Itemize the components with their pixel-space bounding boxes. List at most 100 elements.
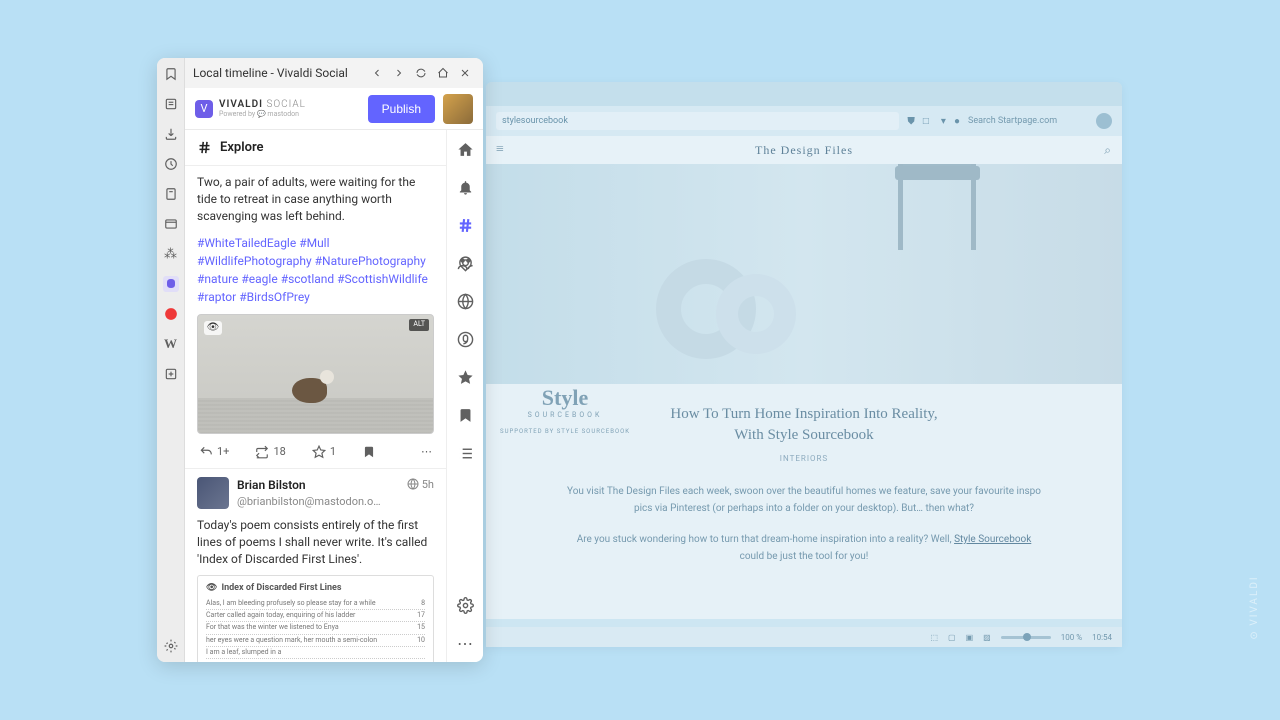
document-line: I am a leaf, slumped in a [206,647,425,659]
hashtag-link[interactable]: #BirdsOfPrey [239,290,310,304]
more-button[interactable]: ⋯ [421,444,432,459]
boost-button[interactable]: 18 [255,444,285,459]
capture-icon[interactable]: ⬚ [930,633,938,642]
post-image[interactable]: 👁 ALT [197,314,434,434]
style-sourcebook-logo: Style SOURCEBOOK SUPPORTED BY STYLE SOUR… [500,385,630,436]
bookmarks-icon[interactable] [163,66,179,82]
user-avatar[interactable] [443,94,473,124]
clock-time: 10:54 [1092,633,1112,642]
bg-article-category: INTERIORS [566,454,1042,463]
mastodon-header: V VIVALDI SOCIAL Powered by 💬 mastodon P… [185,88,483,130]
preferences-nav-icon[interactable] [456,596,474,614]
vivaldi-social-logo-icon[interactable]: V [195,100,213,118]
window-icon[interactable] [163,216,179,232]
downloads-icon[interactable] [163,126,179,142]
vivaldi-icon[interactable] [163,306,179,322]
translate-icon[interactable]: ⁂ [163,246,179,262]
explore-nav-icon[interactable] [456,216,474,234]
lists-nav-icon[interactable] [456,444,474,462]
feed-column: Explore Two, a pair of adults, were wait… [185,130,447,662]
nav-forward-button[interactable] [389,63,409,83]
panel-titlebar: Local timeline - Vivaldi Social [185,58,483,88]
hashtag-link[interactable]: #eagle [241,272,277,286]
explore-header[interactable]: Explore [185,130,446,166]
post-actions: 1+ 18 1 ⋯ [197,444,434,459]
bg-profile-avatar[interactable] [1096,113,1112,129]
bg-article-title: How To Turn Home Inspiration Into Realit… [566,404,1042,446]
alt-badge: ALT [409,319,429,331]
hashtag-link[interactable]: #nature [197,272,238,286]
more-nav-icon[interactable]: ⋯ [456,634,474,652]
reload-button[interactable] [411,63,431,83]
publish-button[interactable]: Publish [368,95,435,123]
hashtag-link[interactable]: #WhiteTailedEagle [197,236,296,250]
tile-icon[interactable]: ▢ [948,633,956,642]
post-timestamp: 5h [407,477,434,492]
bg-status-bar: ⬚ ▢ ▣ ▨ 100 % 10:54 [486,627,1122,647]
federated-nav-icon[interactable] [456,292,474,310]
home-button[interactable] [433,63,453,83]
image-icon[interactable]: ▣ [966,633,974,642]
vivaldi-social-brand: VIVALDI SOCIAL [219,99,306,110]
home-nav-icon[interactable] [456,140,474,158]
bookmarks-nav-icon[interactable] [456,406,474,424]
bookmark-icon[interactable]: □ [923,116,929,127]
hashtag-link[interactable]: #WildlifePhotography [197,254,312,268]
panel-title: Local timeline - Vivaldi Social [193,66,365,80]
post-text: Two, a pair of adults, were waiting for … [197,174,434,224]
hashtag-link[interactable]: #Mull [299,236,329,250]
settings-icon[interactable] [163,638,179,654]
sensitive-toggle-icon[interactable]: 👁 [206,582,217,595]
notifications-nav-icon[interactable] [456,178,474,196]
filter-icon[interactable]: ▨ [983,633,991,642]
sensitive-toggle-icon[interactable]: 👁 [204,321,222,335]
mastodon-nav-column: ⋯ [447,130,483,662]
document-line: Alas, I am bleeding profusely so please … [206,598,425,610]
bg-hero-image [486,164,1122,384]
vivaldi-panel-sidebar: ⁂ W [157,58,185,662]
post-image-document[interactable]: 👁Index of Discarded First Lines Alas, I … [197,575,434,662]
bookmark-button[interactable] [362,445,376,459]
mastodon-panel-icon[interactable] [163,276,179,292]
vivaldi-watermark: ⊙VIVALDI [1249,575,1260,640]
hashtag-link[interactable]: #ScottishWildlife [337,272,428,286]
favourite-button[interactable]: 1 [312,444,336,459]
reading-list-icon[interactable] [163,96,179,112]
bg-article-paragraph: You visit The Design Files each week, sw… [566,483,1042,517]
bg-site-title[interactable]: The Design Files [755,143,853,158]
favourites-nav-icon[interactable] [456,368,474,386]
bg-article-paragraph: Are you stuck wondering how to turn that… [566,531,1042,565]
zoom-value: 100 % [1061,633,1082,642]
local-nav-icon[interactable] [456,254,474,272]
direct-nav-icon[interactable] [456,330,474,348]
post-author-avatar[interactable] [197,477,229,509]
add-panel-icon[interactable] [163,366,179,382]
zoom-slider[interactable] [1001,636,1051,639]
reply-button[interactable]: 1+ [199,444,229,459]
history-icon[interactable] [163,156,179,172]
background-browser-window: stylesourcebook ⛊ □ ▾ ● Search Startpage… [486,82,1122,647]
close-panel-button[interactable] [455,63,475,83]
shield-icon[interactable]: ⛊ [907,116,915,127]
style-sourcebook-link[interactable]: Style Sourcebook [954,534,1031,545]
powered-by-label: Powered by 💬 mastodon [219,110,306,118]
explore-label: Explore [220,140,264,155]
wikipedia-icon[interactable]: W [163,336,179,352]
post-author-name[interactable]: Brian Bilston [237,477,399,494]
post-hashtags: #WhiteTailedEagle #Mull #WildlifePhotogr… [197,234,434,306]
nav-back-button[interactable] [367,63,387,83]
bg-address-input[interactable]: stylesourcebook [496,112,899,130]
hashtag-link[interactable]: #NaturePhotography [315,254,426,268]
bg-search-input[interactable]: Search Startpage.com [968,116,1088,126]
hashtag-link[interactable]: #raptor [197,290,236,304]
document-line: her eyes were a question mark, her mouth… [206,635,425,647]
bg-titlebar [486,82,1122,106]
post-text: Today's poem consists entirely of the fi… [197,517,434,567]
post-author-handle[interactable]: @brianbilston@mastodon.o… [237,494,399,509]
hamburger-icon[interactable]: ≡ [496,142,505,158]
bg-site-header: ≡ The Design Files ⌕ [486,136,1122,164]
notes-icon[interactable] [163,186,179,202]
search-icon[interactable]: ⌕ [1104,143,1112,158]
post: Two, a pair of adults, were waiting for … [185,166,446,469]
hashtag-link[interactable]: #scotland [281,272,334,286]
